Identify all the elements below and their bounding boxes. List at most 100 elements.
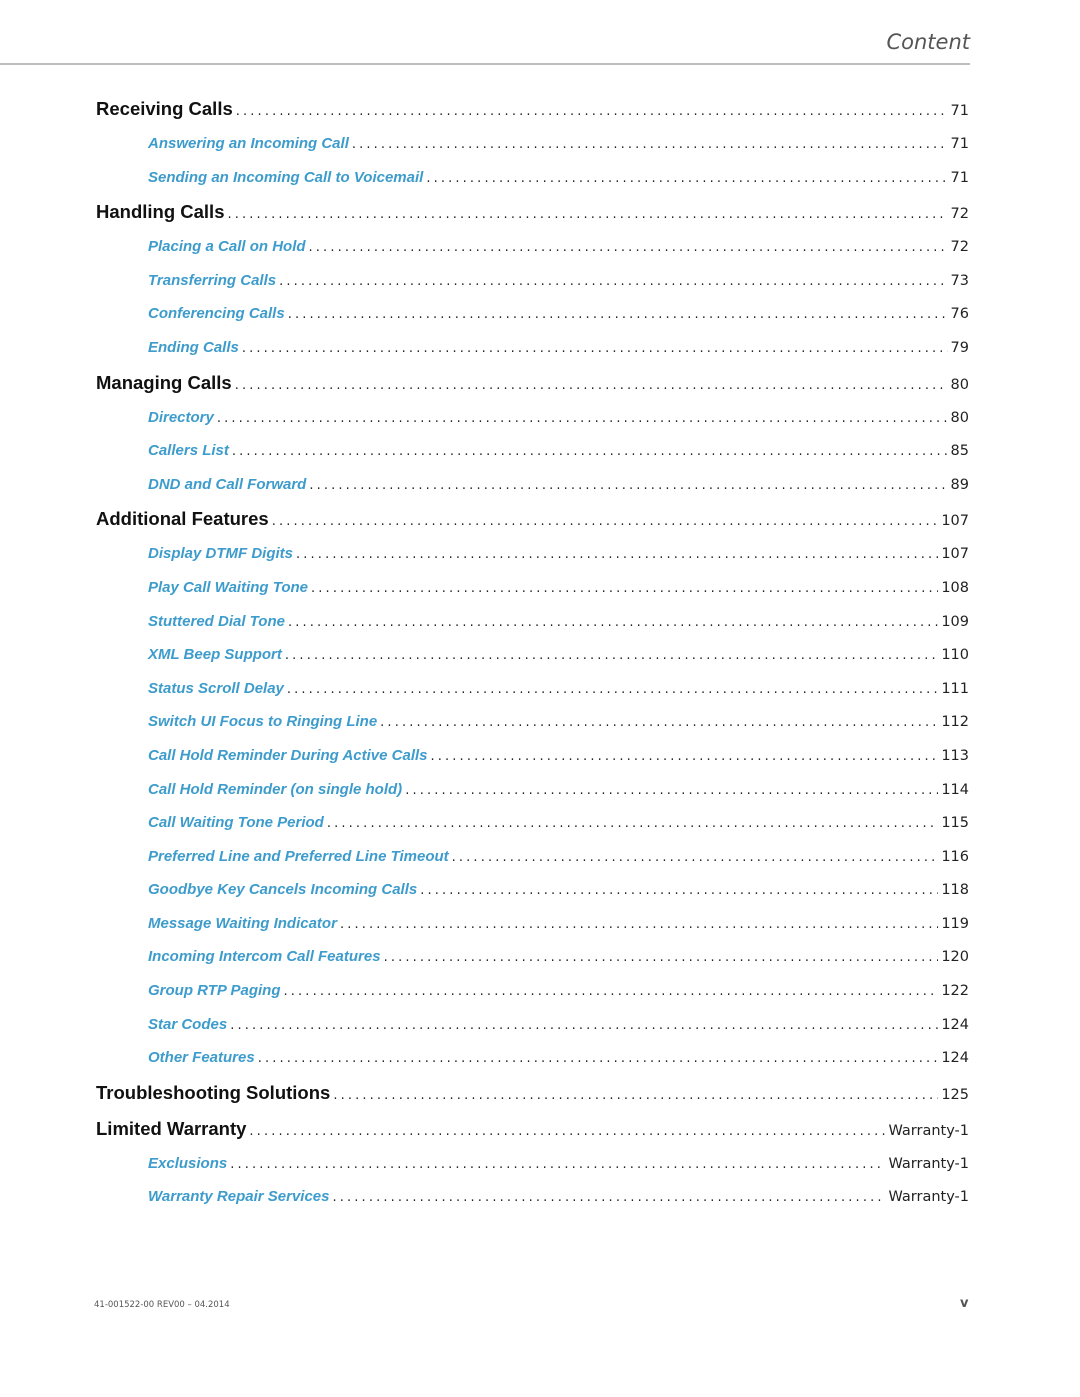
toc-page-number: 107 xyxy=(941,546,969,563)
toc-entry-2-0[interactable]: Directory 80 xyxy=(96,401,969,435)
dot-leader xyxy=(405,774,938,807)
toc-entry-3-11[interactable]: Message Waiting Indicator 119 xyxy=(96,907,969,941)
toc-entry-3-6[interactable]: Call Hold Reminder During Active Calls 11… xyxy=(96,739,969,773)
toc-page-number: 109 xyxy=(941,613,969,630)
toc-entry-link[interactable]: Goodbye Key Cancels Incoming Calls xyxy=(148,873,417,907)
toc-page-number: 115 xyxy=(941,815,969,832)
toc-section-2[interactable]: Managing Calls 80 xyxy=(96,365,969,401)
toc-entry-3-4[interactable]: Status Scroll Delay 111 xyxy=(96,672,969,706)
toc-page-number: Warranty-1 xyxy=(888,1122,969,1139)
dot-leader xyxy=(309,469,947,502)
toc-entry-link[interactable]: Placing a Call on Hold xyxy=(148,230,306,264)
dot-leader xyxy=(309,231,948,264)
toc-entry-1-2[interactable]: Conferencing Calls 76 xyxy=(96,297,969,331)
toc-entry-link[interactable]: Callers List xyxy=(148,434,229,468)
dot-leader xyxy=(285,639,938,672)
toc-entry-link[interactable]: Preferred Line and Preferred Line Timeou… xyxy=(148,840,449,874)
toc-page-number: 79 xyxy=(950,339,969,356)
toc-entry-0-0[interactable]: Answering an Incoming Call 71 xyxy=(96,127,969,161)
toc-entry-3-8[interactable]: Call Waiting Tone Period 115 xyxy=(96,806,969,840)
toc-section-title[interactable]: Additional Features xyxy=(96,501,269,537)
toc-page-number: 73 xyxy=(950,272,969,289)
toc-section-3[interactable]: Additional Features 107 xyxy=(96,501,969,537)
toc-entry-5-0[interactable]: Exclusions Warranty-1 xyxy=(96,1147,969,1181)
toc-page-number: 119 xyxy=(941,915,969,932)
toc-entry-link[interactable]: Group RTP Paging xyxy=(148,974,281,1008)
toc-entry-3-12[interactable]: Incoming Intercom Call Features 120 xyxy=(96,940,969,974)
toc-entry-0-1[interactable]: Sending an Incoming Call to Voicemail 71 xyxy=(96,161,969,195)
toc-page-number: 122 xyxy=(941,983,969,1000)
toc-entry-link[interactable]: Call Waiting Tone Period xyxy=(148,806,324,840)
header-divider xyxy=(0,63,970,65)
toc-entry-3-5[interactable]: Switch UI Focus to Ringing Line 112 xyxy=(96,705,969,739)
toc-entry-link[interactable]: XML Beep Support xyxy=(148,638,282,672)
toc-page-number: Warranty-1 xyxy=(888,1155,969,1172)
toc-entry-link[interactable]: Sending an Incoming Call to Voicemail xyxy=(148,161,423,195)
toc-page-number: 124 xyxy=(941,1016,969,1033)
toc-page-number: 72 xyxy=(950,206,969,223)
toc-entry-link[interactable]: Answering an Incoming Call xyxy=(148,127,349,161)
toc-page-number: 118 xyxy=(941,882,969,899)
toc-entry-3-1[interactable]: Play Call Waiting Tone 108 xyxy=(96,571,969,605)
toc-entry-link[interactable]: Exclusions xyxy=(148,1147,227,1181)
toc-entry-1-0[interactable]: Placing a Call on Hold 72 xyxy=(96,230,969,264)
toc-entry-link[interactable]: Switch UI Focus to Ringing Line xyxy=(148,705,377,739)
toc-page-number: 114 xyxy=(941,781,969,798)
toc-page-number: 120 xyxy=(941,949,969,966)
toc-page-number: 71 xyxy=(950,103,969,119)
toc-entry-3-3[interactable]: XML Beep Support 110 xyxy=(96,638,969,672)
toc-section-title[interactable]: Managing Calls xyxy=(96,365,232,401)
toc-entry-link[interactable]: Play Call Waiting Tone xyxy=(148,571,308,605)
toc-entry-link[interactable]: Conferencing Calls xyxy=(148,297,285,331)
toc-entry-link[interactable]: Display DTMF Digits xyxy=(148,537,293,571)
toc-section-5[interactable]: Limited Warranty Warranty-1 xyxy=(96,1111,969,1147)
toc-entry-3-0[interactable]: Display DTMF Digits 107 xyxy=(96,537,969,571)
toc-section-title[interactable]: Handling Calls xyxy=(96,194,225,230)
toc-section-title[interactable]: Limited Warranty xyxy=(96,1111,246,1147)
toc-entry-link[interactable]: Transferring Calls xyxy=(148,264,276,298)
toc-entry-5-1[interactable]: Warranty Repair Services Warranty-1 xyxy=(96,1180,969,1214)
toc-entry-2-2[interactable]: DND and Call Forward 89 xyxy=(96,468,969,502)
toc-page-number: 124 xyxy=(941,1050,969,1067)
toc-entry-1-1[interactable]: Transferring Calls 73 xyxy=(96,264,969,298)
dot-leader xyxy=(228,197,948,230)
toc-entry-3-7[interactable]: Call Hold Reminder (on single hold) 114 xyxy=(96,773,969,807)
toc-page-number: 80 xyxy=(950,409,969,426)
dot-leader xyxy=(311,572,938,605)
toc-entry-3-9[interactable]: Preferred Line and Preferred Line Timeou… xyxy=(96,840,969,874)
toc-entry-1-3[interactable]: Ending Calls 79 xyxy=(96,331,969,365)
toc-entry-link[interactable]: Ending Calls xyxy=(148,331,239,365)
toc-entry-3-14[interactable]: Star Codes 124 xyxy=(96,1008,969,1042)
toc-entry-link[interactable]: Stuttered Dial Tone xyxy=(148,605,285,639)
toc-page-number: 113 xyxy=(941,747,969,764)
toc-entry-2-1[interactable]: Callers List 85 xyxy=(96,434,969,468)
toc-entry-3-2[interactable]: Stuttered Dial Tone 109 xyxy=(96,605,969,639)
toc-entry-link[interactable]: Message Waiting Indicator xyxy=(148,907,337,941)
toc-entry-link[interactable]: Incoming Intercom Call Features xyxy=(148,940,381,974)
toc-page-number: 71 xyxy=(950,169,969,186)
toc-entry-link[interactable]: Star Codes xyxy=(148,1008,227,1042)
dot-leader xyxy=(279,265,947,298)
toc-page-number: 72 xyxy=(950,239,969,256)
toc-section-4[interactable]: Troubleshooting Solutions 125 xyxy=(96,1075,969,1111)
toc-section-0[interactable]: Receiving Calls 71 xyxy=(96,91,969,127)
toc-entry-link[interactable]: Other Features xyxy=(148,1041,255,1075)
toc-entry-3-10[interactable]: Goodbye Key Cancels Incoming Calls 118 xyxy=(96,873,969,907)
dot-leader xyxy=(236,94,948,127)
toc-page-number: 125 xyxy=(941,1086,969,1103)
toc-entry-link[interactable]: DND and Call Forward xyxy=(148,468,306,502)
toc-entry-3-15[interactable]: Other Features 124 xyxy=(96,1041,969,1075)
toc-entry-3-13[interactable]: Group RTP Paging 122 xyxy=(96,974,969,1008)
toc-entry-link[interactable]: Status Scroll Delay xyxy=(148,672,284,706)
footer-page-number: v xyxy=(960,1296,969,1311)
dot-leader xyxy=(380,706,938,739)
dot-leader xyxy=(272,504,939,537)
toc-entry-link[interactable]: Warranty Repair Services xyxy=(148,1180,330,1214)
toc-entry-link[interactable]: Call Hold Reminder During Active Calls xyxy=(148,739,428,773)
toc-entry-link[interactable]: Directory xyxy=(148,401,214,435)
dot-leader xyxy=(333,1181,886,1214)
toc-section-title[interactable]: Receiving Calls xyxy=(96,91,233,127)
toc-section-title[interactable]: Troubleshooting Solutions xyxy=(96,1075,330,1111)
toc-entry-link[interactable]: Call Hold Reminder (on single hold) xyxy=(148,773,402,807)
toc-section-1[interactable]: Handling Calls 72 xyxy=(96,194,969,230)
